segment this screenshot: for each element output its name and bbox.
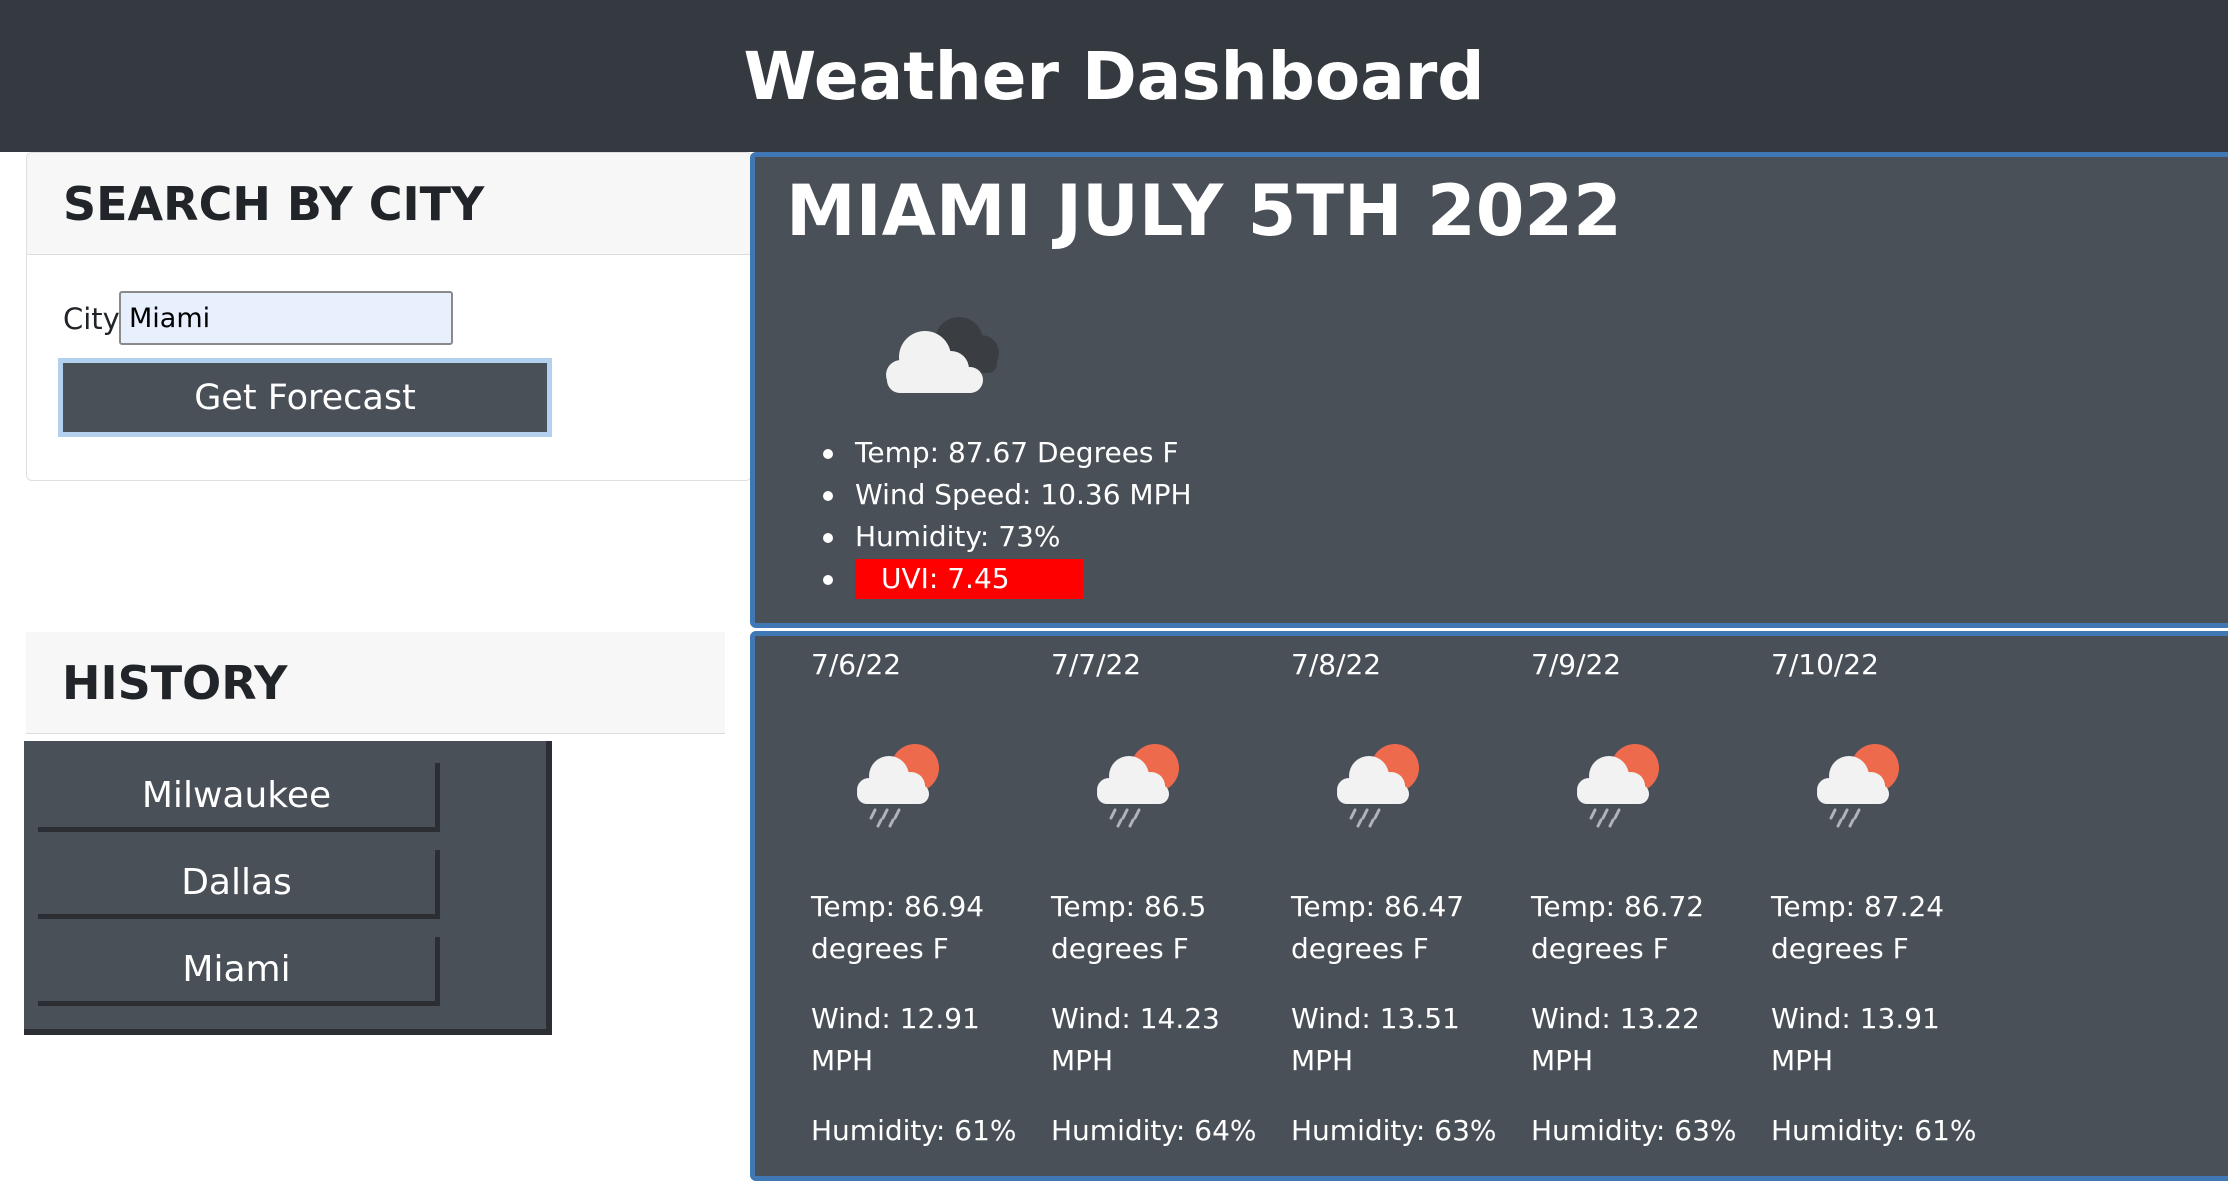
current-uvi-item: UVI: 7.45 (823, 558, 1192, 600)
forecast-date: 7/8/22 (1291, 648, 1382, 681)
forecast-humidity: Humidity: 61% (1771, 1114, 1977, 1147)
forecast-temp-value: Temp: 86.5 (1051, 890, 1207, 923)
forecast-wind-unit: MPH (1531, 1044, 1594, 1077)
city-label: City (63, 302, 120, 336)
forecast-wind-value: Wind: 14.23 (1051, 1002, 1220, 1035)
current-temp: Temp: 87.67 Degrees F (823, 432, 1192, 474)
forecast-wind-value: Wind: 13.91 (1771, 1002, 1940, 1035)
forecast-date: 7/9/22 (1531, 648, 1622, 681)
rain-sun-icon (1809, 736, 1909, 835)
forecast-wind-unit: MPH (811, 1044, 874, 1077)
five-day-forecast: 7/6/22 Temp: 86.94 degrees F Wind: 12.91 M… (750, 631, 2228, 1181)
forecast-wind-unit: MPH (1051, 1044, 1114, 1077)
history-item-miami[interactable]: Miami (38, 937, 440, 1006)
forecast-temp-value: Temp: 87.24 (1771, 890, 1945, 923)
search-card: SEARCH BY CITY City Get Forecast (26, 152, 752, 481)
page-title: Weather Dashboard (743, 37, 1485, 115)
forecast-wind-unit: MPH (1771, 1044, 1834, 1077)
forecast-temp-unit: degrees F (1291, 932, 1429, 965)
forecast-temp-unit: degrees F (1051, 932, 1189, 965)
page-header: Weather Dashboard (0, 0, 2228, 152)
forecast-temp: Temp: 86.94 degrees F (811, 886, 1031, 970)
forecast-humidity: Humidity: 64% (1051, 1114, 1257, 1147)
history-heading: HISTORY (62, 655, 288, 710)
forecast-temp-unit: degrees F (811, 932, 949, 965)
forecast-humidity: Humidity: 63% (1291, 1114, 1497, 1147)
uvi-badge: UVI: 7.45 (855, 559, 1083, 599)
forecast-wind: Wind: 12.91 MPH (811, 998, 1031, 1082)
current-weather-panel: MIAMI JULY 5TH 2022 Temp: 87.67 Degrees … (750, 152, 2228, 628)
get-forecast-button[interactable]: Get Forecast (58, 358, 552, 437)
history-item-milwaukee[interactable]: Milwaukee (38, 763, 440, 832)
forecast-wind: Wind: 14.23 MPH (1051, 998, 1271, 1082)
broken-clouds-icon (877, 305, 1017, 409)
forecast-wind-unit: MPH (1291, 1044, 1354, 1077)
forecast-temp: Temp: 86.5 degrees F (1051, 886, 1271, 970)
search-card-header: SEARCH BY CITY (27, 153, 751, 255)
history-list: Milwaukee Dallas Miami (24, 741, 552, 1035)
city-input[interactable] (119, 291, 453, 345)
search-heading: SEARCH BY CITY (63, 176, 485, 231)
current-title: MIAMI JULY 5TH 2022 (786, 170, 1622, 252)
rain-sun-icon (1329, 736, 1429, 835)
forecast-temp-value: Temp: 86.94 (811, 890, 985, 923)
rain-sun-icon (849, 736, 949, 835)
current-wind: Wind Speed: 10.36 MPH (823, 474, 1192, 516)
forecast-temp-unit: degrees F (1531, 932, 1669, 965)
forecast-wind-value: Wind: 13.22 (1531, 1002, 1700, 1035)
forecast-wind: Wind: 13.22 MPH (1531, 998, 1751, 1082)
rain-sun-icon (1569, 736, 1669, 835)
forecast-wind-value: Wind: 13.51 (1291, 1002, 1460, 1035)
forecast-temp: Temp: 87.24 degrees F (1771, 886, 1991, 970)
forecast-humidity: Humidity: 61% (811, 1114, 1017, 1147)
history-item-dallas[interactable]: Dallas (38, 850, 440, 919)
forecast-humidity: Humidity: 63% (1531, 1114, 1737, 1147)
forecast-temp-value: Temp: 86.72 (1531, 890, 1705, 923)
rain-sun-icon (1089, 736, 1189, 835)
current-humidity: Humidity: 73% (823, 516, 1192, 558)
forecast-temp-value: Temp: 86.47 (1291, 890, 1465, 923)
forecast-date: 7/6/22 (811, 648, 902, 681)
forecast-temp: Temp: 86.72 degrees F (1531, 886, 1751, 970)
forecast-wind: Wind: 13.51 MPH (1291, 998, 1511, 1082)
current-details-list: Temp: 87.67 Degrees F Wind Speed: 10.36 … (823, 432, 1192, 600)
history-header: HISTORY (26, 632, 725, 734)
forecast-date: 7/10/22 (1771, 648, 1879, 681)
forecast-date: 7/7/22 (1051, 648, 1142, 681)
forecast-wind: Wind: 13.91 MPH (1771, 998, 1991, 1082)
forecast-temp: Temp: 86.47 degrees F (1291, 886, 1511, 970)
forecast-temp-unit: degrees F (1771, 932, 1909, 965)
forecast-wind-value: Wind: 12.91 (811, 1002, 980, 1035)
